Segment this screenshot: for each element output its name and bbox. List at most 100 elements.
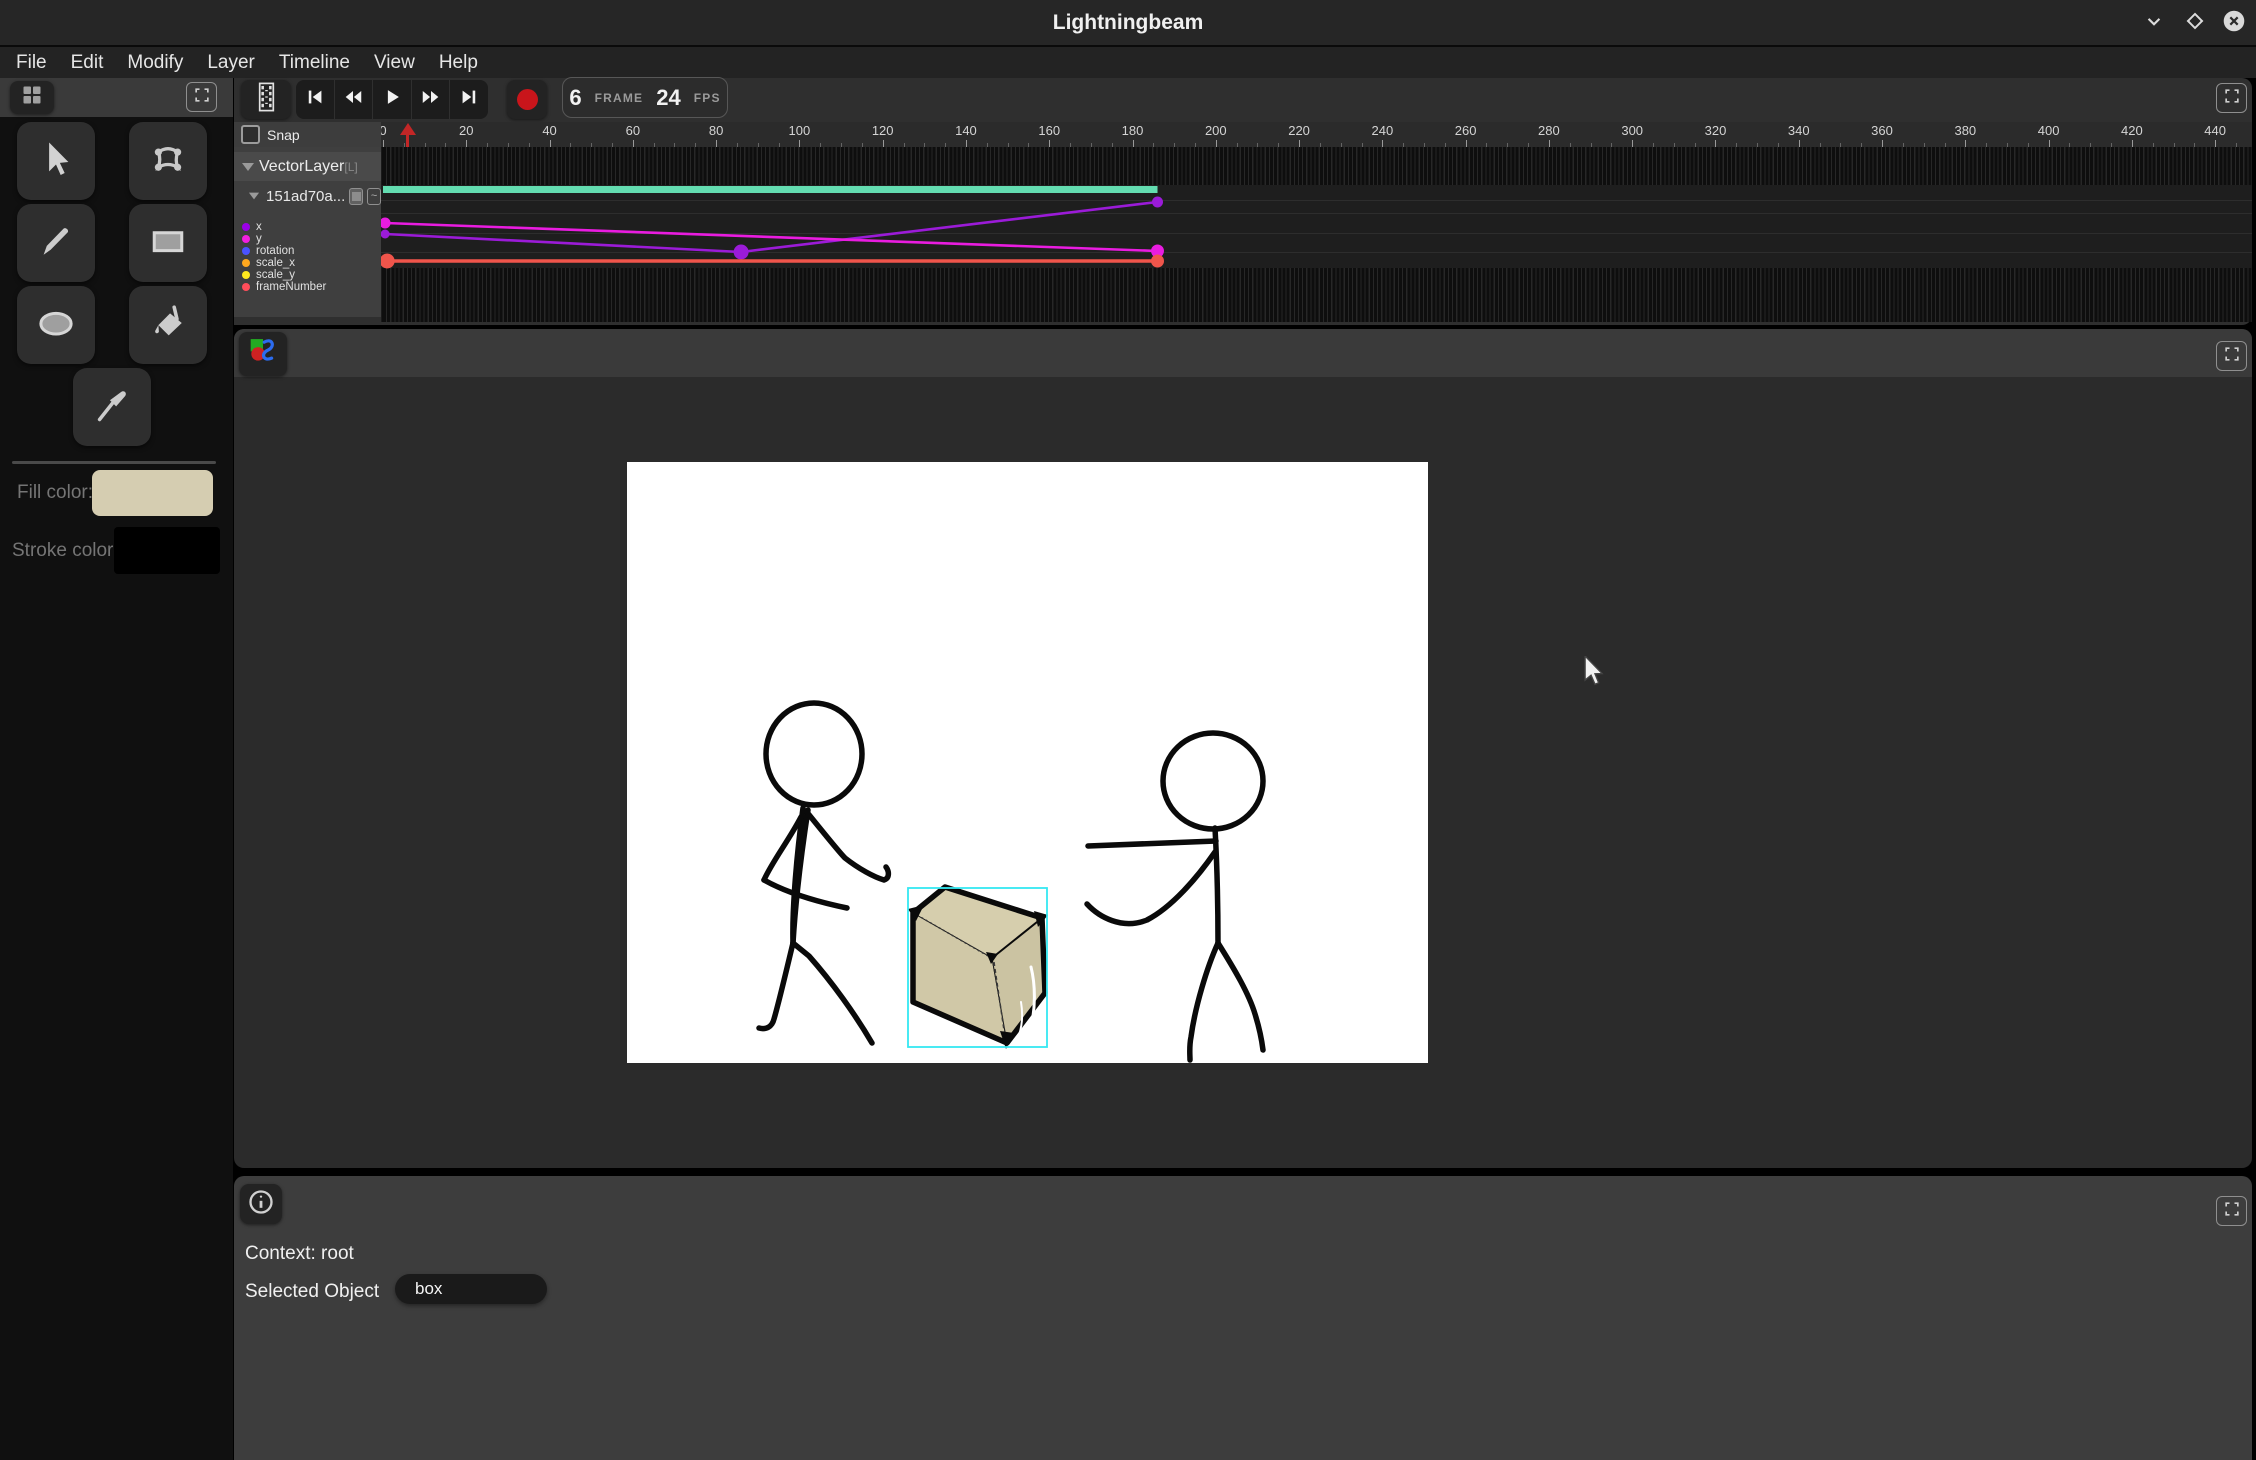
ruler-tick <box>1133 140 1134 147</box>
ruler-tick <box>716 140 717 147</box>
stick-figure-right[interactable] <box>1087 733 1263 1060</box>
window-title: Lightningbeam <box>0 0 2256 45</box>
skip-end-button[interactable] <box>450 80 488 119</box>
ruler-label-0: 0 <box>381 123 387 138</box>
diamond-icon <box>2182 8 2208 39</box>
layer-object-row[interactable]: 151ad70a... ~ <box>248 184 381 208</box>
scale_y-color-dot <box>242 271 250 279</box>
film-button[interactable] <box>241 80 291 119</box>
ruler-tick <box>2049 140 2050 147</box>
panel-grid-button[interactable] <box>10 81 54 114</box>
ruler-tick <box>2215 140 2216 147</box>
tool-panel-expand-button[interactable] <box>186 82 217 112</box>
pencil-tool-button[interactable] <box>17 204 95 282</box>
ruler-label-340: 340 <box>1788 123 1810 138</box>
rewind-icon <box>342 86 364 113</box>
canvas-panel-header <box>234 329 2252 377</box>
x-keyframe[interactable] <box>381 230 390 239</box>
menu-item-timeline[interactable]: Timeline <box>267 47 362 78</box>
layer-curve-button[interactable]: ~ <box>367 188 381 205</box>
y-curve[interactable] <box>385 223 1157 251</box>
node-path-icon <box>146 137 190 186</box>
menu-item-view[interactable]: View <box>362 47 427 78</box>
info-button[interactable] <box>240 1184 282 1224</box>
record-icon <box>517 89 538 110</box>
ruler-tick <box>1299 140 1300 147</box>
ruler-label-80: 80 <box>709 123 723 138</box>
title-bar: Lightningbeam <box>0 0 2256 47</box>
canvas-expand-button[interactable] <box>2216 341 2247 371</box>
expand-icon <box>192 85 212 110</box>
ruler-tick <box>1882 140 1883 147</box>
playhead-stem[interactable] <box>406 134 409 147</box>
cursor-icon <box>34 137 78 186</box>
ruler-label-100: 100 <box>789 123 811 138</box>
menu-item-layer[interactable]: Layer <box>195 47 267 78</box>
ruler-label-420: 420 <box>2121 123 2143 138</box>
timeline-ruler[interactable]: 0204060801001201401601802002202402602803… <box>381 122 2252 147</box>
collapse-caret-icon[interactable] <box>242 163 254 171</box>
node-edit-tool-button[interactable] <box>129 122 207 200</box>
drawing-canvas[interactable] <box>627 462 1428 1063</box>
close-button[interactable] <box>2220 9 2248 37</box>
property-row-x[interactable]: x <box>242 221 262 233</box>
shade-button[interactable] <box>2140 9 2168 37</box>
property-row-rotation[interactable]: rotation <box>242 245 294 257</box>
ruler-tick <box>550 140 551 147</box>
frame-label: FRAME <box>595 91 644 105</box>
stick-figure-left[interactable] <box>759 703 888 1043</box>
fill-color-swatch[interactable] <box>92 470 213 516</box>
rectangle-tool-button[interactable] <box>129 204 207 282</box>
ruler-tick <box>883 140 884 147</box>
ruler-label-380: 380 <box>1954 123 1976 138</box>
collapse-caret-icon[interactable] <box>249 193 259 200</box>
scale_x-color-dot <box>242 259 250 267</box>
menu-item-edit[interactable]: Edit <box>59 47 116 78</box>
frame-counter[interactable]: 6 FRAME 24 FPS <box>562 77 728 118</box>
layer-swatch-button[interactable] <box>349 188 363 205</box>
record-button[interactable] <box>507 80 547 119</box>
box-object[interactable] <box>908 887 1048 1049</box>
property-row-scale_x[interactable]: scale_x <box>242 257 295 269</box>
select-tool-button[interactable] <box>17 122 95 200</box>
rewind-button[interactable] <box>335 80 374 119</box>
timeline-curves[interactable] <box>381 147 2252 324</box>
info-panel-expand-button[interactable] <box>2216 1196 2247 1226</box>
eyedropper-tool-button[interactable] <box>73 368 151 446</box>
swatch-icon <box>352 192 361 201</box>
menu-item-modify[interactable]: Modify <box>115 47 195 78</box>
stroke-color-swatch[interactable] <box>114 527 220 574</box>
menu-bar: FileEditModifyLayerTimelineViewHelp <box>0 47 2256 78</box>
play-button[interactable] <box>373 80 412 119</box>
layer-span-bar[interactable] <box>383 186 1158 193</box>
ruler-label-160: 160 <box>1038 123 1060 138</box>
timeline-expand-button[interactable] <box>2216 83 2247 113</box>
layer-list-panel: VectorLayer[L] 151ad70a... ~ xyrotations… <box>234 147 381 317</box>
scene-tab-button[interactable] <box>239 332 287 376</box>
ruler-label-40: 40 <box>542 123 556 138</box>
menu-item-file[interactable]: File <box>4 47 59 78</box>
frameNumber-keyframe[interactable] <box>1151 255 1164 268</box>
property-row-scale_y[interactable]: scale_y <box>242 269 295 281</box>
property-row-frameNumber[interactable]: frameNumber <box>242 281 326 293</box>
menu-item-help[interactable]: Help <box>427 47 490 78</box>
fps-value: 24 <box>656 85 680 111</box>
property-row-y[interactable]: y <box>242 233 262 245</box>
ruler-label-360: 360 <box>1871 123 1893 138</box>
selected-object-input[interactable]: box <box>395 1274 547 1304</box>
ellipse-tool-button[interactable] <box>17 286 95 364</box>
ruler-label-140: 140 <box>955 123 977 138</box>
skip-start-button[interactable] <box>296 80 335 119</box>
x-keyframe[interactable] <box>1152 197 1163 208</box>
maximize-button[interactable] <box>2181 9 2209 37</box>
x-keyframe[interactable] <box>734 245 749 260</box>
snap-checkbox[interactable] <box>241 125 260 144</box>
fast-forward-button[interactable] <box>412 80 451 119</box>
pencil-icon <box>34 219 78 268</box>
ruler-tick <box>1549 140 1550 147</box>
paint-bucket-tool-button[interactable] <box>129 286 207 364</box>
y-keyframe[interactable] <box>381 218 391 229</box>
frameNumber-keyframe[interactable] <box>381 254 395 269</box>
property-label: scale_y <box>256 269 295 281</box>
layer-row-vectorlayer[interactable]: VectorLayer[L] <box>234 152 381 181</box>
